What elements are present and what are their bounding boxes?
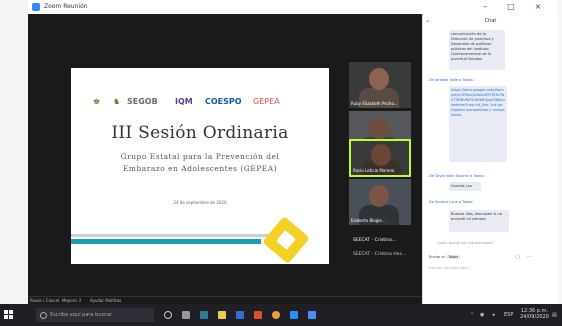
participant-label[interactable]: SEECAT - Cristina Hes...	[353, 252, 406, 257]
logo-segob: SEGOB	[127, 97, 158, 106]
windows-taskbar: Escriba aquí para buscar ⌃ ◉ ◂ ESP 12:36…	[0, 304, 562, 326]
language-indicator[interactable]: ESP	[504, 312, 513, 318]
slide-subtitle-line1: Grupo Estatal para la Prevención del	[120, 152, 280, 161]
chat-message-link[interactable]: https://docs.google.com/forms/d/e/1FAIpQ…	[449, 86, 507, 162]
chat-title: Chat	[484, 18, 497, 24]
cortana-icon[interactable]	[164, 311, 172, 319]
taskbar-clock[interactable]: 12:36 p.m. 24/09/2020	[520, 308, 549, 320]
chat-to-dropdown[interactable]: Todos	[446, 255, 461, 259]
chat-sender: De Silvia Valle Álvarez a Todos:	[429, 174, 485, 178]
slide-gray-bar	[71, 234, 271, 237]
logo-gepea: GEPEA	[253, 97, 280, 106]
slide-date: 24 de septiembre de 2020	[173, 200, 227, 205]
chrome-icon[interactable]	[272, 311, 280, 319]
word-icon[interactable]	[236, 311, 244, 319]
taskbar-search-input[interactable]: Escriba aquí para buscar	[36, 308, 154, 322]
chat-sender: De Sandra Luna a Todos:	[429, 200, 474, 204]
chat-recipient-label: Enviar a: Todos	[429, 255, 461, 259]
chat-message: comunicación de la Dirección de Juventud…	[449, 30, 505, 70]
toolbar-middle-text[interactable]: Mejorar 3	[62, 298, 81, 303]
participant-tile[interactable]: Ruby Elizabeth Pecho...	[349, 62, 411, 108]
eagle-icon: ♞	[113, 97, 121, 106]
tray-up-icon[interactable]: ⌃	[470, 312, 474, 318]
search-icon	[40, 312, 47, 319]
chat-panel: ⌄ Chat comunicación de la Dirección de J…	[422, 14, 558, 304]
logo-coespo: COESPO	[205, 97, 242, 106]
slide-title: III Sesión Ordinaria	[111, 123, 289, 143]
participant-tile-active-speaker[interactable]: Rocío Leticia Moreno	[349, 139, 411, 177]
shared-slide: ♚ ♞ SEGOB IQM COESPO GEPEA III Sesión Or…	[71, 68, 329, 264]
participant-name: Rocío Leticia Moreno	[353, 168, 395, 173]
app-icon[interactable]	[308, 311, 316, 319]
windows-start-icon[interactable]	[4, 310, 14, 320]
window-titlebar: Zoom Reunión – □ ×	[28, 0, 557, 15]
volume-icon[interactable]: ◂	[492, 312, 495, 318]
slide-teal-bar	[71, 239, 261, 244]
notifications-icon[interactable]: ▤	[552, 312, 557, 318]
chat-to-label: Enviar a:	[429, 255, 445, 259]
slide-logos: ♚ ♞ SEGOB IQM COESPO GEPEA	[93, 97, 313, 113]
zoom-app-icon	[32, 3, 40, 11]
clock-date: 24/09/2020	[520, 314, 549, 320]
toolbar-right-text[interactable]: Ayudar Multitas	[90, 298, 121, 303]
slide-subtitle-line2: Embarazo en Adolescentes (GEPEA)	[122, 164, 278, 173]
window-title: Zoom Reunión	[44, 3, 88, 10]
file-icon[interactable]: ▢	[515, 254, 520, 260]
toolbar-left-text[interactable]: Pause / Cancel	[30, 298, 59, 303]
zoom-taskbar-icon[interactable]	[290, 311, 298, 319]
minimize-button[interactable]: –	[478, 1, 492, 13]
participant-name: Eroberto Blogie...	[351, 218, 386, 223]
chat-privacy-note[interactable]: Quién puede ver tus mensajes?	[437, 241, 547, 245]
meeting-video-area: ♚ ♞ SEGOB IQM COESPO GEPEA III Sesión Or…	[28, 14, 422, 296]
more-icon[interactable]: ⋯	[527, 254, 532, 260]
participant-label[interactable]: SEECAT - Cristina...	[353, 238, 396, 243]
chat-message: Buenos días, disculpen si no encendí mi …	[449, 210, 509, 232]
folder-icon[interactable]	[218, 311, 226, 319]
screen-edge-left	[0, 0, 28, 326]
participant-tile[interactable]: Eroberto Blogie...	[349, 179, 411, 225]
task-view-icon[interactable]	[182, 311, 190, 319]
edge-icon[interactable]	[200, 311, 208, 319]
logo-iqm: IQM	[175, 97, 193, 106]
coat-of-arms-icon: ♚	[93, 97, 101, 106]
chat-message: Gracias Lau	[449, 182, 481, 191]
network-icon[interactable]: ◉	[480, 312, 484, 318]
maximize-button[interactable]: □	[504, 1, 518, 13]
participant-name: Ruby Elizabeth Pecho...	[351, 101, 398, 106]
chat-message-input[interactable]: Escribir mensaje aquí...	[429, 266, 471, 270]
chat-sender: De Jangela Valle a Todos:	[429, 78, 474, 82]
gepea-corner-logo	[262, 216, 310, 264]
close-button[interactable]: ×	[531, 1, 545, 13]
powerpoint-icon[interactable]	[254, 311, 262, 319]
screenshot: Zoom Reunión – □ × ♚ ♞ SEGOB IQM COESPO …	[0, 0, 562, 326]
